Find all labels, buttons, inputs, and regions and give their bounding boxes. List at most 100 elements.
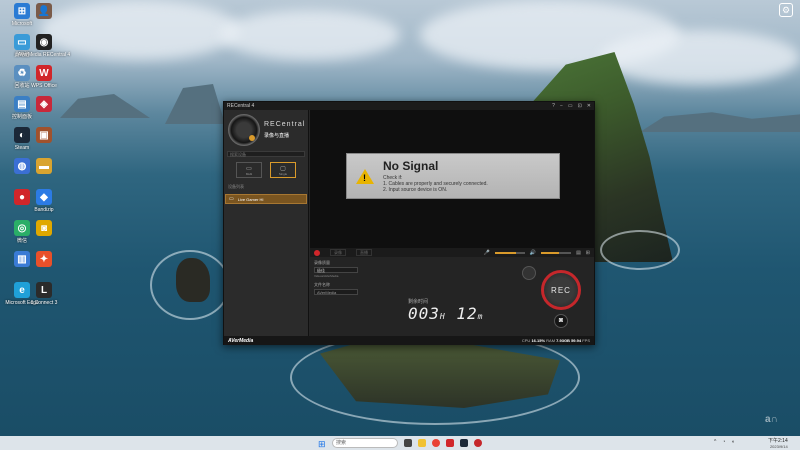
volume-icon[interactable]: ◖ xyxy=(731,439,734,445)
app-logo: RECentral xyxy=(264,121,306,128)
app-icon: ▣ xyxy=(36,127,52,143)
recentral-taskbar-icon[interactable] xyxy=(474,439,482,447)
desktop-icon[interactable]: ✦ xyxy=(22,251,66,285)
sidebar: RECentral 录像与直播 搜索设备 ▭ Multi ▢ Single 设备… xyxy=(224,110,316,336)
camera-icon[interactable]: ◙ xyxy=(554,314,568,328)
quality-select[interactable]: 极佳 xyxy=(314,267,358,273)
taskbar-clock[interactable]: 下午2:14 2023/9/14 xyxy=(768,437,788,449)
network-icon[interactable]: ◔ xyxy=(722,439,725,445)
window-titlebar[interactable]: RECentral 4 ? − ▭ ⊡ ✕ xyxy=(224,102,594,110)
tab-stream[interactable]: 直播 xyxy=(356,249,372,256)
taskbar-search-input[interactable]: 搜索 xyxy=(332,438,398,448)
desktop-icon[interactable]: 👤 xyxy=(22,3,66,37)
desktop-icon[interactable]: L L Connect 3 xyxy=(22,282,66,316)
desktop-icon-label: WPS Office xyxy=(31,83,57,89)
status-bar: AVerMedia CPU 16.15% RAM 7.93GB 59.94 FP… xyxy=(224,336,594,345)
capture-card-icon: ▭ xyxy=(229,196,234,202)
multi-mode-label: Multi xyxy=(245,171,253,176)
steam-icon[interactable] xyxy=(460,439,468,447)
app-icon: ◈ xyxy=(36,96,52,112)
taskbar: ⊞ 搜索 ^ ◔ ◖ 下午2:14 2023/9/14 xyxy=(0,436,800,450)
tab-record[interactable]: 录像 xyxy=(330,249,346,256)
fullscreen-icon[interactable]: ⊡ xyxy=(578,103,582,109)
clock-time: 下午2:14 xyxy=(768,438,788,444)
device-search-input[interactable]: 搜索设备 xyxy=(227,151,305,157)
restore-icon[interactable]: ▭ xyxy=(568,103,573,109)
no-signal-title: No Signal xyxy=(383,159,439,173)
record-button-label: REC xyxy=(551,285,571,295)
close-icon[interactable]: ✕ xyxy=(587,103,591,109)
performance-readout: CPU 16.15% RAM 7.93GB 59.94 FPS xyxy=(522,338,590,343)
desktop-icon[interactable]: ◈ xyxy=(22,96,66,130)
settings-icon: ⚙ xyxy=(779,3,793,17)
app-icon: ◆ xyxy=(36,189,52,205)
single-mode-button[interactable]: ▢ Single xyxy=(270,162,296,178)
desktop-icon-label: Bandizip xyxy=(34,207,54,213)
wps-icon[interactable] xyxy=(446,439,454,447)
device-list-label: 设备列表 xyxy=(228,184,244,189)
desktop-icon[interactable]: W WPS Office xyxy=(22,65,66,99)
single-mode-icon: ▢ xyxy=(280,165,286,172)
save-path: Videos\AVerMedia xyxy=(314,274,339,278)
desktop-icon[interactable]: ▣ xyxy=(22,127,66,161)
layout-icon[interactable]: ▤ xyxy=(576,250,581,256)
record-settings: 录像质量 极佳 Videos\AVerMedia 文件名称 AVerMedia xyxy=(314,260,394,295)
desktop-icon[interactable]: ◉ AverMedia RECentral 4 xyxy=(18,34,70,68)
preview-area: No Signal Check if: 1. Cables are proper… xyxy=(310,110,594,248)
record-indicator-icon[interactable] xyxy=(314,249,320,256)
chevron-up-icon[interactable]: ^ xyxy=(714,439,716,445)
speaker-icon[interactable]: 🔊 xyxy=(530,250,536,256)
clock-date: 2023/9/14 xyxy=(769,444,788,449)
timer-minutes-unit: m xyxy=(477,312,484,321)
timer-hours: 003 xyxy=(408,304,440,323)
multi-mode-button[interactable]: ▭ Multi xyxy=(236,162,262,178)
mode-title: 录像与直播 xyxy=(264,133,290,139)
desktop-icon-label: L Connect 3 xyxy=(30,300,58,306)
multi-mode-icon: ▭ xyxy=(246,165,252,172)
remaining-time: 003H 12m xyxy=(408,304,483,323)
desktop-icon-right[interactable]: ⚙ xyxy=(776,3,796,17)
file-name-input[interactable]: AVerMedia xyxy=(314,289,358,295)
ram-value: 7.93GB xyxy=(556,338,570,343)
app-icon: ✦ xyxy=(36,251,52,267)
grid-icon[interactable]: ⊞ xyxy=(586,250,590,256)
window-controls: ? − ▭ ⊡ ✕ xyxy=(552,103,591,109)
control-panel: 录像 直播 🎤 🔊 ▤ ⊞ 录像质量 极佳 Videos\AVerMedia 文… xyxy=(310,248,594,336)
desktop-icon-label: AverMedia RECentral 4 xyxy=(17,52,71,58)
record-button[interactable]: REC xyxy=(541,270,581,310)
minimize-icon[interactable]: − xyxy=(560,103,563,109)
desktop-icon[interactable]: ◆ Bandizip xyxy=(22,189,66,223)
mic-icon[interactable]: 🎤 xyxy=(484,250,490,256)
app-icon: ◉ xyxy=(36,34,52,50)
desktop-icon[interactable]: ▬ xyxy=(22,158,66,192)
app-icon: 👤 xyxy=(36,3,52,19)
single-mode-label: Single xyxy=(278,171,288,176)
help-icon[interactable]: ? xyxy=(552,103,555,109)
timer-minutes: 12 xyxy=(456,304,478,323)
check-line-2: 2. Input source device is ON. xyxy=(383,187,448,193)
control-bar: 录像 直播 🎤 🔊 ▤ ⊞ xyxy=(310,248,594,257)
snapshot-button[interactable] xyxy=(522,266,536,280)
file-name-label: 文件名称 xyxy=(314,282,330,287)
mic-volume-slider[interactable] xyxy=(494,251,525,254)
device-item-live-gamer[interactable]: ▭ Live Gamer HI ✎ xyxy=(225,194,316,204)
ram-label: RAM xyxy=(546,338,556,343)
app-icon: L xyxy=(36,282,52,298)
chrome-icon[interactable] xyxy=(432,439,440,447)
window-title: RECentral 4 xyxy=(227,103,255,109)
volume-group: 🎤 🔊 ▤ ⊞ xyxy=(484,250,590,256)
fps-label: FPS xyxy=(582,338,590,343)
mode-dial-icon[interactable] xyxy=(228,114,260,146)
file-explorer-icon[interactable] xyxy=(418,439,426,447)
cpu-label: CPU xyxy=(521,338,531,343)
app-icon: ▬ xyxy=(36,158,52,174)
start-icon[interactable]: ⊞ xyxy=(318,439,326,450)
cpu-value: 16.15% xyxy=(531,338,546,343)
recentral-window: RECentral 4 ? − ▭ ⊡ ✕ RECentral 录像与直播 搜索… xyxy=(223,101,595,345)
warning-icon xyxy=(356,168,374,184)
system-tray: ^ ◔ ◖ xyxy=(714,439,734,445)
taskview-icon[interactable] xyxy=(404,439,412,447)
brand-logo: AVerMedia xyxy=(228,337,254,344)
speaker-volume-slider[interactable] xyxy=(541,251,572,254)
desktop-icon[interactable]: ◙ xyxy=(22,220,66,254)
